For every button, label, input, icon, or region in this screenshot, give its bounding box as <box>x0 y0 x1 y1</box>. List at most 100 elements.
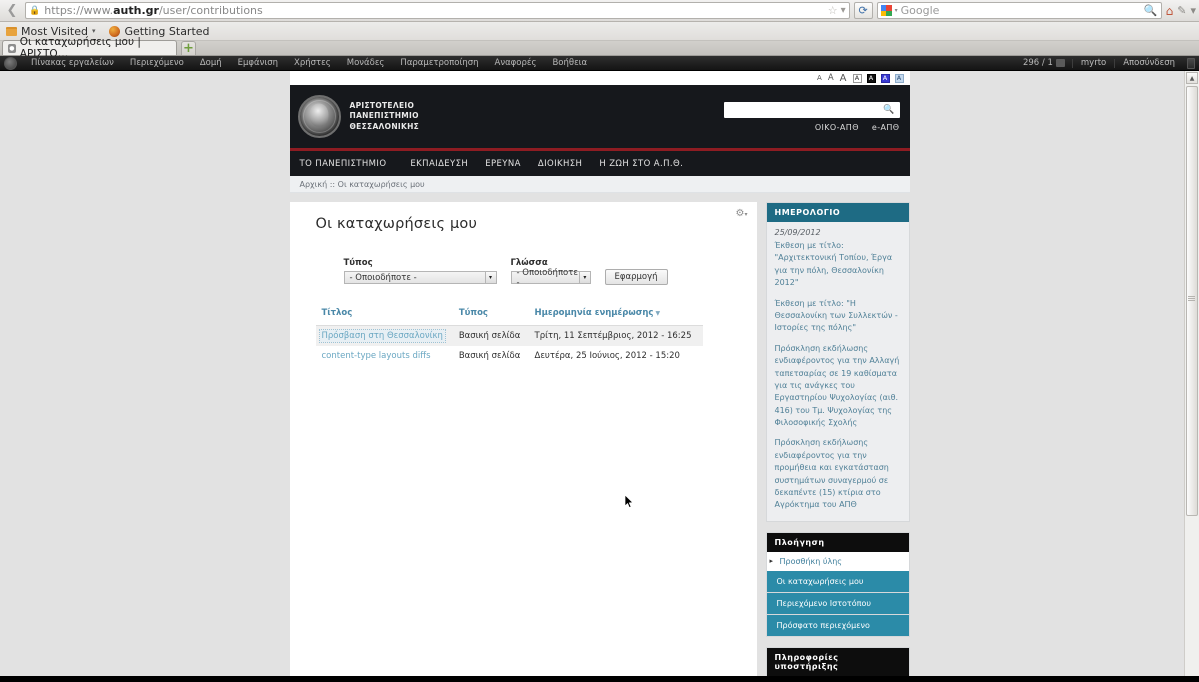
admin-item-users[interactable]: Χρήστες <box>286 58 339 68</box>
contrast-light-button[interactable]: A <box>894 73 904 83</box>
filters-row: Τύπος - Οποιοδήποτε - ▾ Γλώσσα - Οποιοδή… <box>343 258 739 288</box>
gear-icon[interactable]: ⚙▾ <box>736 208 748 219</box>
admin-item-appearance[interactable]: Εμφάνιση <box>230 58 286 68</box>
bookmark-star-icon[interactable]: ☆ <box>828 4 838 17</box>
apply-filters-button[interactable]: Εφαρμογή <box>604 269 668 285</box>
toolbar-drag-handle[interactable] <box>1187 57 1195 69</box>
url-domain: auth.gr <box>113 4 159 17</box>
browser-search-box[interactable]: ▾ Google 🔍 <box>876 2 1162 19</box>
site-search-input[interactable] <box>728 103 884 116</box>
admin-toolbar-right: 296 / 1 myrto Αποσύνδεση <box>1016 57 1195 69</box>
auth-seal-logo[interactable] <box>297 95 341 138</box>
filter-type-label: Τύπος <box>343 258 373 268</box>
nav-item-life-at-auth[interactable]: Η ΖΩΗ ΣΤΟ Α.Π.Θ. <box>599 159 700 169</box>
site-name-line3: ΘΕΣΣΑΛΟΝΙΚΗΣ <box>349 121 420 131</box>
reload-icon[interactable]: ⟳ <box>853 2 873 19</box>
nav-item-research[interactable]: ΕΡΕΥΝΑ <box>485 159 538 169</box>
sort-desc-icon: ▼ <box>655 310 661 317</box>
page-scrollbar[interactable]: ▲ <box>1184 71 1199 676</box>
admin-item-dashboard[interactable]: Πίνακας εργαλείων <box>23 58 122 68</box>
chevron-down-icon: ▾ <box>484 272 496 283</box>
breadcrumb: Αρχική :: Οι καταχωρήσεις μου <box>289 176 910 193</box>
font-size-large-button[interactable]: A <box>839 73 848 84</box>
column-header-updated-label: Ημερομηνία ενημέρωσης <box>534 308 654 318</box>
cell-title: content-type layouts diffs <box>316 346 453 366</box>
tab-strip: ● Οι καταχωρήσεις μου | ΑΡΙΣΤΟ… + <box>0 36 1199 60</box>
url-bar-actions: ☆ ▾ <box>828 4 846 17</box>
table-row[interactable]: content-type layouts diffs Βασική σελίδα… <box>316 346 703 366</box>
contrast-blue-button[interactable]: A <box>880 73 890 83</box>
column-header-updated[interactable]: Ημερομηνία ενημέρωσης ▼ <box>528 306 703 326</box>
content-row: ⚙▾ Οι καταχωρήσεις μου Τύπος - Οποιοδήπο… <box>289 193 910 676</box>
page-container: A A A A A A A ΑΡΙΣΤΟΤΕΛΕΙΟ ΠΑΝΕΠΙΣΤΗΜΙΟ … <box>289 71 910 676</box>
admin-item-content[interactable]: Περιεχόμενο <box>122 58 192 68</box>
browser-window: ❮ 🔒 https://www.auth.gr/user/contributio… <box>0 0 1199 682</box>
font-size-small-button[interactable]: A <box>816 74 823 82</box>
home-icon[interactable]: ⌂ <box>1166 4 1174 18</box>
nav-item-university[interactable]: ΤΟ ΠΑΝΕΠΙΣΤΗΜΙΟ <box>300 159 411 169</box>
contrast-default-button[interactable]: A <box>852 73 862 83</box>
filter-language-label: Γλώσσα <box>510 258 548 268</box>
cell-type: Βασική σελίδα <box>458 351 521 361</box>
calendar-date: 25/09/2012 <box>774 228 821 237</box>
bottom-black-band <box>0 676 1199 682</box>
admin-counter[interactable]: 296 / 1 <box>1016 58 1072 68</box>
column-header-type-label: Τύπος <box>458 308 488 318</box>
chevron-down-icon[interactable]: ▾ <box>841 5 846 16</box>
header-link-oiko[interactable]: ΟΙΚΟ-ΑΠΘ <box>815 123 859 132</box>
contrast-black-button[interactable]: A <box>866 73 876 83</box>
admin-item-modules[interactable]: Μονάδες <box>339 58 393 68</box>
filter-language-select[interactable]: - Οποιοδήποτε - ▾ <box>510 268 591 288</box>
chevron-down-icon: ▾ <box>579 272 590 283</box>
table-head: Τίτλος Τύπος Ημερομηνία ενημέρωσης ▼ <box>315 306 703 326</box>
admin-counter-value: 296 / 1 <box>1022 58 1053 68</box>
page-title: Οι καταχωρήσεις μου <box>315 216 478 232</box>
chevron-down-icon[interactable]: ▾ <box>1190 4 1196 17</box>
magnifier-icon[interactable]: 🔍 <box>1144 4 1158 17</box>
new-tab-button[interactable]: + <box>181 41 196 55</box>
admin-item-configuration[interactable]: Παραμετροποίηση <box>392 58 486 68</box>
filter-type-value: - Οποιοδήποτε - <box>349 272 417 283</box>
sidebar-item-add-content[interactable]: Προσθήκη ύλης <box>766 551 909 571</box>
calendar-item[interactable]: Πρόσκληση εκδήλωσης ενδιαφέροντος για τη… <box>775 343 901 430</box>
cell-title: Πρόσβαση στη Θεσσαλονίκη <box>315 325 453 346</box>
drupal-admin-toolbar: Πίνακας εργαλείων Περιεχόμενο Δομή Εμφάν… <box>0 56 1199 71</box>
nav-item-education[interactable]: ΕΚΠΑΙΔΕΥΣΗ <box>410 159 485 169</box>
tab-contributions[interactable]: ● Οι καταχωρήσεις μου | ΑΡΙΣΤΟ… <box>2 36 177 60</box>
column-header-title[interactable]: Τίτλος <box>315 306 453 326</box>
row-title-link[interactable]: content-type layouts diffs <box>322 351 431 361</box>
drupal-home-icon[interactable] <box>4 56 17 70</box>
admin-item-help[interactable]: Βοήθεια <box>544 58 595 68</box>
magnifier-icon[interactable]: 🔍 <box>883 105 894 115</box>
admin-item-reports[interactable]: Αναφορές <box>487 58 545 68</box>
chevron-down-icon[interactable]: ▾ <box>895 7 898 14</box>
navigation-block: Πλοήγηση Προσθήκη ύλης Οι καταχωρήσεις μ… <box>765 531 910 637</box>
column-header-type[interactable]: Τύπος <box>452 306 529 326</box>
table-row[interactable]: Πρόσβαση στη Θεσσαλονίκη Βασική σελίδα Τ… <box>315 325 703 346</box>
filter-type-select[interactable]: - Οποιοδήποτε - ▾ <box>343 271 497 284</box>
scrollbar-thumb[interactable] <box>1186 86 1198 516</box>
admin-username[interactable]: myrto <box>1073 58 1114 68</box>
nav-item-administration[interactable]: ΔΙΟΙΚΗΣΗ <box>538 159 599 169</box>
font-size-medium-button[interactable]: A <box>827 73 835 83</box>
calendar-item[interactable]: Πρόσκληση εκδήλωσης ενδιαφέροντος για τη… <box>775 437 901 511</box>
url-prefix: https://www. <box>44 4 114 17</box>
navigation-block-title: Πλοήγηση <box>766 532 909 552</box>
row-title-link[interactable]: Πρόσβαση στη Θεσσαλονίκη <box>318 329 446 343</box>
site-search-box[interactable]: 🔍 <box>723 101 900 118</box>
accessibility-bar: A A A A A A A <box>289 71 910 85</box>
scroll-up-arrow[interactable]: ▲ <box>1186 72 1198 84</box>
sidebar-item-recent-content[interactable]: Πρόσφατο περιεχόμενο <box>766 614 909 636</box>
column-header-title-label: Τίτλος <box>321 308 353 318</box>
sidebar-item-site-content[interactable]: Περιεχόμενο Ιστοτόπου <box>766 592 909 615</box>
calendar-item[interactable]: Έκθεση με τίτλο: "Αρχιτεκτονική Τοπίου, … <box>775 240 901 290</box>
site-name-line2: ΠΑΝΕΠΙΣΤΗΜΙΟ <box>349 111 419 121</box>
eyedropper-icon[interactable]: ✎ <box>1177 4 1186 17</box>
admin-item-structure[interactable]: Δομή <box>192 58 230 68</box>
url-bar[interactable]: 🔒 https://www.auth.gr/user/contributions… <box>25 2 850 19</box>
calendar-item[interactable]: Έκθεση με τίτλο: "Η Θεσσαλονίκη των Συλλ… <box>775 298 901 335</box>
back-arrow-icon[interactable]: ❮ <box>3 2 21 20</box>
header-link-eauth[interactable]: e-ΑΠΘ <box>872 123 900 132</box>
sidebar-item-my-contributions[interactable]: Οι καταχωρήσεις μου <box>766 570 909 593</box>
admin-logout-link[interactable]: Αποσύνδεση <box>1115 58 1183 68</box>
